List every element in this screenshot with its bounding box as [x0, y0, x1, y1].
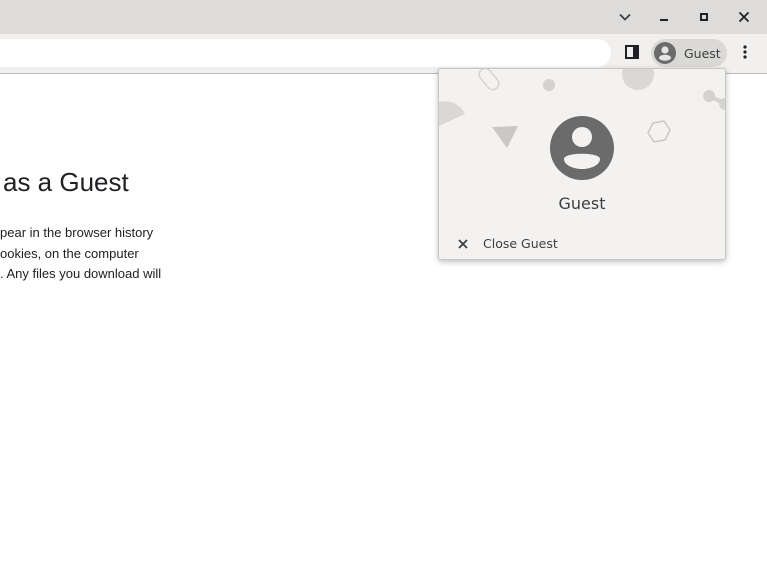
maximize-button[interactable]	[684, 0, 724, 34]
close-icon	[456, 236, 470, 250]
profile-chip-button[interactable]: Guest	[651, 39, 727, 67]
page-description: pear in the browser history ookies, on t…	[0, 223, 161, 285]
profile-chip-label: Guest	[684, 45, 721, 61]
profile-menu-popup: Guest Close Guest	[438, 68, 726, 260]
page-title: as a Guest	[3, 167, 129, 197]
browser-menu-button[interactable]	[732, 40, 758, 66]
description-line: . Any files you download will	[0, 266, 162, 281]
side-panel-icon	[625, 44, 639, 63]
description-line: pear in the browser history	[0, 225, 154, 240]
guest-avatar-icon	[654, 42, 676, 64]
maximize-icon	[699, 12, 709, 22]
tab-search-button[interactable]	[605, 0, 645, 34]
close-guest-button[interactable]: Close Guest	[439, 229, 725, 257]
address-bar[interactable]	[0, 39, 611, 67]
close-guest-label: Close Guest	[483, 235, 558, 251]
profile-name: Guest	[558, 194, 606, 213]
minimize-button[interactable]	[644, 0, 684, 34]
window-title-bar	[0, 0, 767, 34]
minimize-icon	[659, 12, 669, 22]
more-vert-icon	[743, 44, 747, 63]
close-icon	[738, 11, 750, 23]
guest-avatar-large-icon	[550, 116, 614, 180]
side-panel-button[interactable]	[619, 40, 645, 66]
chevron-down-icon	[619, 13, 631, 21]
description-line: ookies, on the computer	[0, 245, 139, 261]
close-window-button[interactable]	[724, 0, 764, 34]
